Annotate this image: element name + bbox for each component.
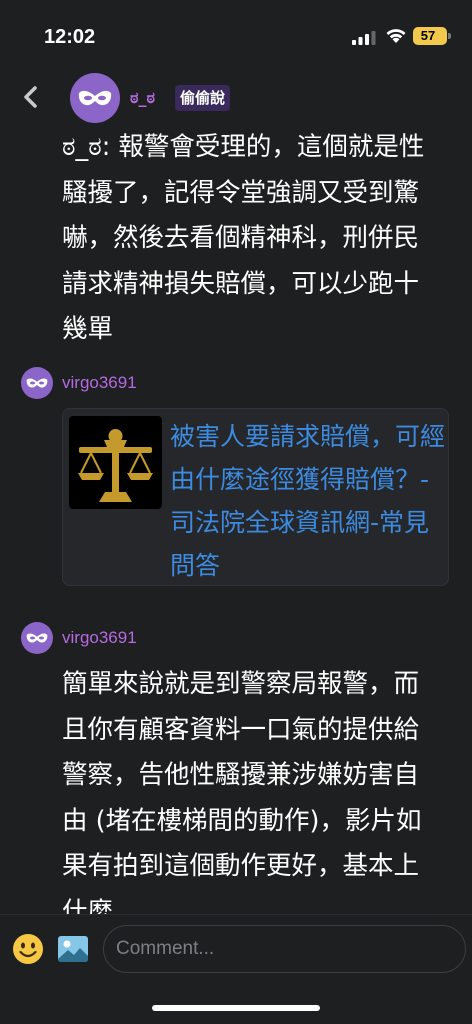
mask-icon (78, 90, 112, 106)
commenter-username[interactable]: virgo3691 (62, 373, 137, 393)
mask-icon (26, 378, 48, 388)
comment-input[interactable] (103, 925, 466, 973)
poster-name[interactable]: ಠ_ಠ (130, 88, 155, 108)
board-badge[interactable]: 偷偷說 (175, 85, 231, 111)
comment-text: 簡單來說就是到警察局報警，而且你有顧客資料一口氣的提供給警察，告他性騷擾兼涉嫌妨… (62, 669, 422, 927)
home-indicator (152, 1005, 320, 1011)
scales-of-justice-icon (78, 429, 153, 502)
signal-icon (352, 31, 376, 45)
chevron-left-icon[interactable] (16, 82, 46, 112)
post-message: ಠ_ಠ: 報警會受理的，這個就是性騷擾了，記得令堂強調又受到驚嚇，然後去看個精神… (62, 132, 425, 344)
link-thumbnail (69, 416, 162, 509)
commenter-avatar[interactable] (21, 622, 53, 654)
battery-indicator: 57 (413, 27, 451, 45)
mask-icon (26, 633, 48, 643)
smiley-icon[interactable] (12, 933, 44, 965)
status-time: 12:02 (44, 26, 96, 48)
comment-composer (0, 914, 472, 1024)
commenter-username[interactable]: virgo3691 (62, 628, 137, 648)
link-preview-card[interactable]: 被害人要請求賠償，可經由什麼途徑獲得賠償？-司法院全球資訊網-常見問答 (62, 408, 449, 586)
wifi-icon (386, 29, 406, 43)
link-title[interactable]: 被害人要請求賠償，可經由什麼途徑獲得賠償？-司法院全球資訊網-常見問答 (170, 415, 448, 587)
poster-avatar[interactable] (70, 73, 120, 123)
status-bar: 12:02 57 (0, 0, 472, 70)
image-icon[interactable] (56, 933, 90, 965)
battery-level: 57 (420, 28, 436, 43)
commenter-avatar[interactable] (21, 367, 53, 399)
